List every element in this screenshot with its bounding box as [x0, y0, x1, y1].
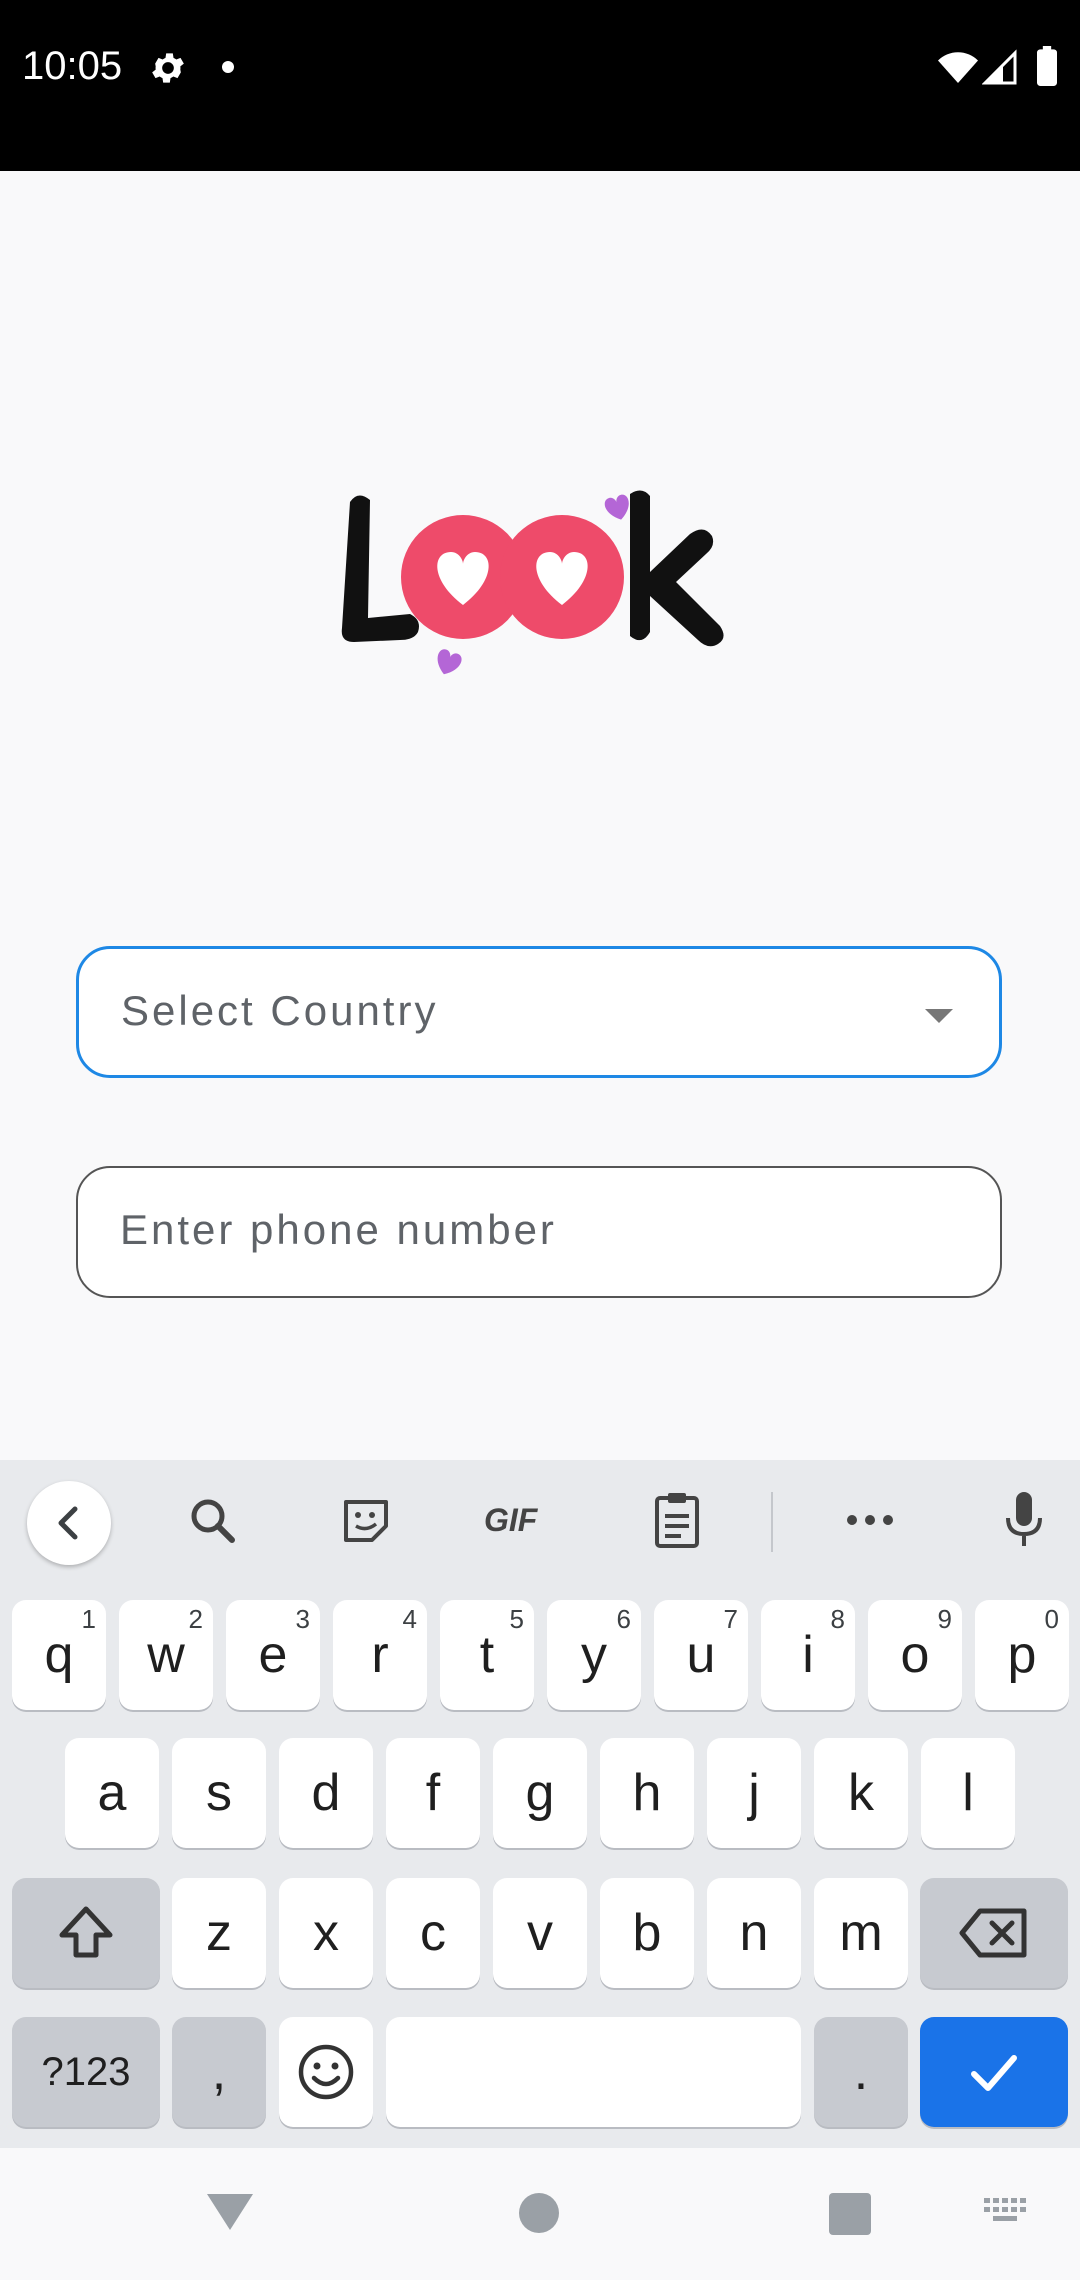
country-select[interactable]: Select Country	[76, 946, 1002, 1078]
navigation-bar	[0, 2148, 1080, 2280]
soft-keyboard: GIF q1 w2 e3 r4 t5 y6 u7 i8 o9 p0 a s d …	[0, 1460, 1080, 2148]
gif-icon[interactable]: GIF	[484, 1490, 556, 1550]
emoji-icon	[298, 2044, 354, 2100]
status-time: 10:05	[22, 44, 123, 88]
gear-icon	[152, 53, 184, 83]
sticker-icon[interactable]	[338, 1490, 394, 1550]
key-m[interactable]: m	[814, 1878, 908, 1988]
key-l[interactable]: l	[921, 1738, 1015, 1848]
key-r[interactable]: r4	[333, 1600, 427, 1710]
key-t[interactable]: t5	[440, 1600, 534, 1710]
key-v[interactable]: v	[493, 1878, 587, 1988]
key-o[interactable]: o9	[868, 1600, 962, 1710]
keyboard-switch-icon[interactable]	[984, 2198, 1028, 2228]
key-n[interactable]: n	[707, 1878, 801, 1988]
phone-number-input[interactable]: Enter phone number	[76, 1166, 1002, 1298]
key-b[interactable]: b	[600, 1878, 694, 1988]
key-c[interactable]: c	[386, 1878, 480, 1988]
done-key[interactable]	[920, 2017, 1068, 2127]
symbols-key[interactable]: ?123	[12, 2017, 160, 2127]
space-key[interactable]	[386, 2017, 801, 2127]
comma-key[interactable]: ,	[172, 2017, 266, 2127]
backspace-key[interactable]	[920, 1878, 1068, 1988]
key-e[interactable]: e3	[226, 1600, 320, 1710]
checkmark-icon	[971, 2055, 1017, 2091]
more-icon[interactable]	[842, 1490, 898, 1550]
cell-signal-icon	[982, 49, 1017, 85]
key-k[interactable]: k	[814, 1738, 908, 1848]
nav-home-icon[interactable]	[519, 2193, 559, 2233]
key-x[interactable]: x	[279, 1878, 373, 1988]
look-logo	[341, 490, 724, 675]
key-q[interactable]: q1	[12, 1600, 106, 1710]
key-g[interactable]: g	[493, 1738, 587, 1848]
country-placeholder: Select Country	[121, 987, 439, 1034]
key-a[interactable]: a	[65, 1738, 159, 1848]
back-icon[interactable]	[27, 1481, 111, 1565]
key-p[interactable]: p0	[975, 1600, 1069, 1710]
notification-dot-icon	[222, 61, 234, 73]
key-f[interactable]: f	[386, 1738, 480, 1848]
clipboard-icon[interactable]	[649, 1490, 705, 1550]
toolbar-divider	[771, 1492, 773, 1552]
nav-recents-icon[interactable]	[829, 2193, 871, 2235]
status-bar: 10:05	[0, 0, 1080, 171]
battery-icon	[1037, 46, 1057, 86]
shift-key[interactable]	[12, 1878, 160, 1988]
key-j[interactable]: j	[707, 1738, 801, 1848]
shift-icon	[59, 1906, 113, 1958]
search-icon[interactable]	[184, 1490, 240, 1550]
dropdown-arrow-icon	[925, 1009, 953, 1023]
emoji-key[interactable]	[279, 2017, 373, 2127]
key-i[interactable]: i8	[761, 1600, 855, 1710]
key-w[interactable]: w2	[119, 1600, 213, 1710]
period-key[interactable]: .	[814, 2017, 908, 2127]
microphone-icon[interactable]	[996, 1490, 1052, 1550]
key-s[interactable]: s	[172, 1738, 266, 1848]
nav-back-icon[interactable]	[205, 2192, 255, 2232]
key-y[interactable]: y6	[547, 1600, 641, 1710]
key-z[interactable]: z	[172, 1878, 266, 1988]
keyboard-toolbar: GIF	[0, 1460, 1080, 1580]
backspace-icon	[959, 1908, 1027, 1958]
key-d[interactable]: d	[279, 1738, 373, 1848]
wifi-icon	[938, 52, 978, 83]
key-h[interactable]: h	[600, 1738, 694, 1848]
phone-placeholder: Enter phone number	[120, 1206, 557, 1253]
key-u[interactable]: u7	[654, 1600, 748, 1710]
